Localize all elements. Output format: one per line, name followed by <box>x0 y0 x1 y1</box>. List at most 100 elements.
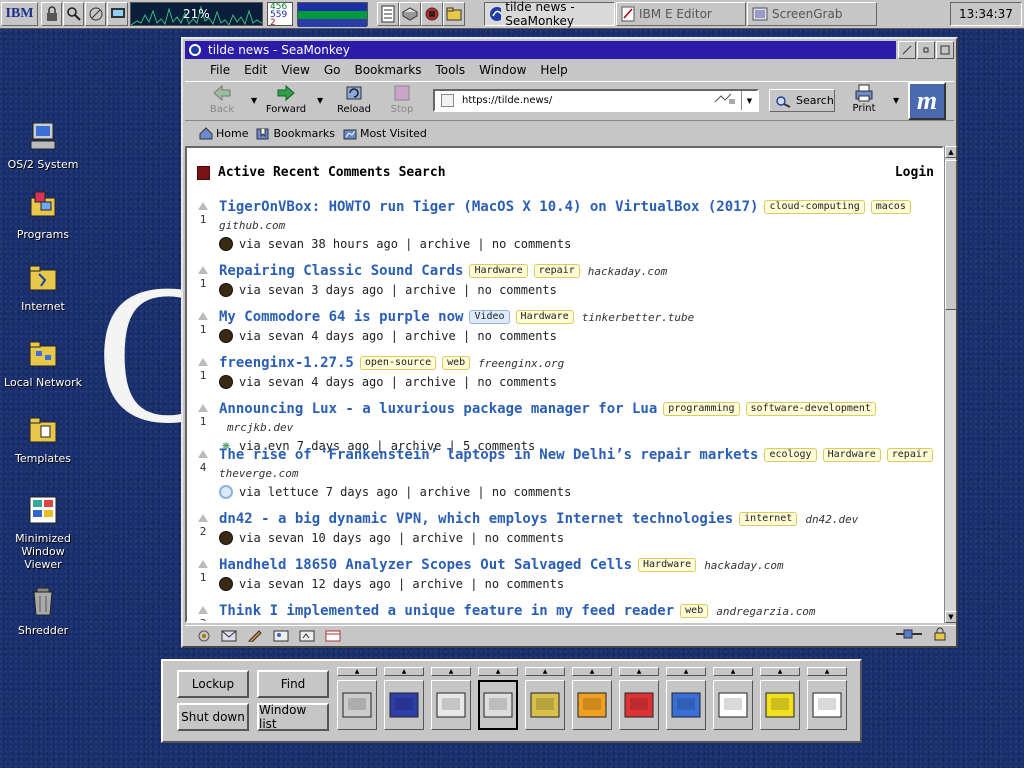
desktop-icon-templates[interactable]: Templates <box>4 414 82 465</box>
menu-edit[interactable]: Edit <box>237 63 274 77</box>
scroll-down-icon[interactable]: ▼ <box>945 611 957 623</box>
upvote-control[interactable]: 4 <box>197 450 209 474</box>
upvote-control[interactable]: 1 <box>197 266 209 290</box>
drawer-arrow-icon[interactable]: ▲ <box>431 667 471 676</box>
upvote-control[interactable]: 2 <box>197 514 209 538</box>
menu-bookmarks[interactable]: Bookmarks <box>347 63 428 77</box>
desktop-icon-os2-system[interactable]: OS/2 System <box>4 120 82 171</box>
drawer-arrow-icon[interactable]: ▲ <box>572 667 612 676</box>
menu-go[interactable]: Go <box>317 63 348 77</box>
story-domain[interactable]: hackaday.com <box>704 559 783 572</box>
upvote-control[interactable]: 1 <box>197 312 209 336</box>
story-tag[interactable]: internet <box>739 512 798 526</box>
story-tag[interactable]: web <box>680 604 709 618</box>
drawer-arrow-icon[interactable]: ▲ <box>807 667 847 676</box>
media-object-icon[interactable] <box>760 680 800 730</box>
story-domain[interactable]: dn42.dev <box>805 513 858 526</box>
drawer-arrow-icon[interactable]: ▲ <box>666 667 706 676</box>
activity-icon[interactable] <box>197 629 211 643</box>
lock-icon[interactable] <box>41 2 62 26</box>
online-status-icon[interactable] <box>894 628 924 643</box>
login-link[interactable]: Login <box>895 165 934 180</box>
tool-icon[interactable] <box>421 2 443 26</box>
story-tag[interactable]: programming <box>663 402 740 416</box>
task-editor[interactable]: IBM E Editor <box>616 2 746 26</box>
nav-comments[interactable]: Comments <box>328 165 391 180</box>
window-titlebar[interactable]: tilde news - SeaMonkey <box>185 41 896 59</box>
desktop-icon-local-network[interactable]: Local Network <box>4 338 82 389</box>
upvote-arrow-icon[interactable] <box>198 606 208 614</box>
story-title-link[interactable]: dn42 - a big dynamic VPN, which employs … <box>219 511 733 527</box>
reload-button[interactable]: Reload <box>331 83 377 115</box>
story-domain[interactable]: freenginx.org <box>478 357 564 370</box>
cpp-object-icon[interactable] <box>525 680 565 730</box>
globe-object-icon[interactable] <box>619 680 659 730</box>
upvote-arrow-icon[interactable] <box>198 404 208 412</box>
search-icon[interactable] <box>63 2 84 26</box>
upvote-control[interactable]: 3 <box>197 606 209 621</box>
print-dropdown-icon[interactable]: ▼ <box>893 96 899 105</box>
story-tag[interactable]: Hardware <box>638 558 697 572</box>
pen-object-icon[interactable] <box>807 680 847 730</box>
task-seamonkey[interactable]: tilde news - SeaMonkey <box>484 0 615 28</box>
story-domain[interactable]: hackaday.com <box>588 265 667 278</box>
composer-icon[interactable] <box>247 629 263 642</box>
desktop-icon-minimized-window-viewer[interactable]: Minimized Window Viewer <box>4 494 82 571</box>
story-title-link[interactable]: Think I implemented a unique feature in … <box>219 603 674 619</box>
story-tag[interactable]: software-development <box>745 402 876 416</box>
user-avatar[interactable] <box>219 375 233 389</box>
menu-help[interactable]: Help <box>533 63 574 77</box>
find-button[interactable]: Find <box>257 670 329 698</box>
scroll-thumb[interactable] <box>945 160 957 310</box>
story-domain[interactable]: andregarzia.com <box>716 605 815 618</box>
story-title-link[interactable]: Repairing Classic Sound Cards <box>219 263 463 279</box>
story-domain[interactable]: mrcjkb.dev <box>227 421 293 434</box>
upvote-arrow-icon[interactable] <box>198 202 208 210</box>
back-button[interactable]: Back <box>199 83 245 115</box>
upvote-control[interactable]: 1 <box>197 404 209 428</box>
lotus-123-object-icon[interactable] <box>666 680 706 730</box>
user-avatar[interactable] <box>219 485 233 499</box>
url-dropdown-icon[interactable]: ▼ <box>741 91 757 110</box>
hide-button[interactable] <box>898 41 916 59</box>
story-tag[interactable]: Hardware <box>822 448 881 462</box>
drive-object-icon[interactable] <box>337 680 377 730</box>
story-tag[interactable]: repair <box>886 448 933 462</box>
ibm-logo-button[interactable]: IBM <box>1 2 38 26</box>
captain-object-icon[interactable] <box>431 680 471 730</box>
site-logo[interactable] <box>197 165 210 180</box>
print-button[interactable]: Print <box>845 83 883 114</box>
upvote-control[interactable]: 1 <box>197 358 209 382</box>
menu-view[interactable]: View <box>274 63 316 77</box>
drawer-arrow-icon[interactable]: ▲ <box>713 667 753 676</box>
task-screengrab[interactable]: ScreenGrab <box>747 2 877 26</box>
character-object-icon[interactable] <box>713 680 753 730</box>
security-lock-icon[interactable] <box>934 627 946 644</box>
bulldog-object-icon[interactable] <box>478 680 518 730</box>
monitor-icon[interactable] <box>107 2 128 26</box>
throbber-logo[interactable]: m <box>908 82 946 120</box>
drawer-arrow-icon[interactable]: ▲ <box>619 667 659 676</box>
nav-active[interactable]: Active <box>218 165 265 180</box>
stop-button[interactable]: Stop <box>379 83 425 115</box>
bookmark-star-icon[interactable] <box>713 92 737 109</box>
upvote-control[interactable]: 1 <box>197 202 209 226</box>
drawer-arrow-icon[interactable]: ▲ <box>478 667 518 676</box>
scroll-up-icon[interactable]: ▲ <box>945 146 957 158</box>
desktop-icon-shredder[interactable]: Shredder <box>4 586 82 637</box>
story-tag[interactable]: ecology <box>764 448 817 462</box>
forward-dropdown-icon[interactable]: ▼ <box>317 96 323 105</box>
story-title-link[interactable]: Announcing Lux - a luxurious package man… <box>219 401 657 417</box>
notebook-icon[interactable] <box>377 2 399 26</box>
story-tag[interactable]: macos <box>870 200 911 214</box>
drawer-arrow-icon[interactable]: ▲ <box>525 667 565 676</box>
story-title-link[interactable]: TigerOnVBox: HOWTO run Tiger (MacOS X 10… <box>219 199 758 215</box>
address-book-icon[interactable] <box>273 630 289 642</box>
story-domain[interactable]: github.com <box>219 217 934 235</box>
story-tag[interactable]: repair <box>533 264 580 278</box>
story-tag[interactable]: open-source <box>359 356 437 370</box>
story-title-link[interactable]: Handheld 18650 Analyzer Scopes Out Salva… <box>219 557 632 573</box>
bookmark-bookmarks[interactable]: Bookmarks <box>256 127 335 140</box>
drawer-arrow-icon[interactable]: ▲ <box>384 667 424 676</box>
calendar-icon[interactable] <box>325 630 341 642</box>
